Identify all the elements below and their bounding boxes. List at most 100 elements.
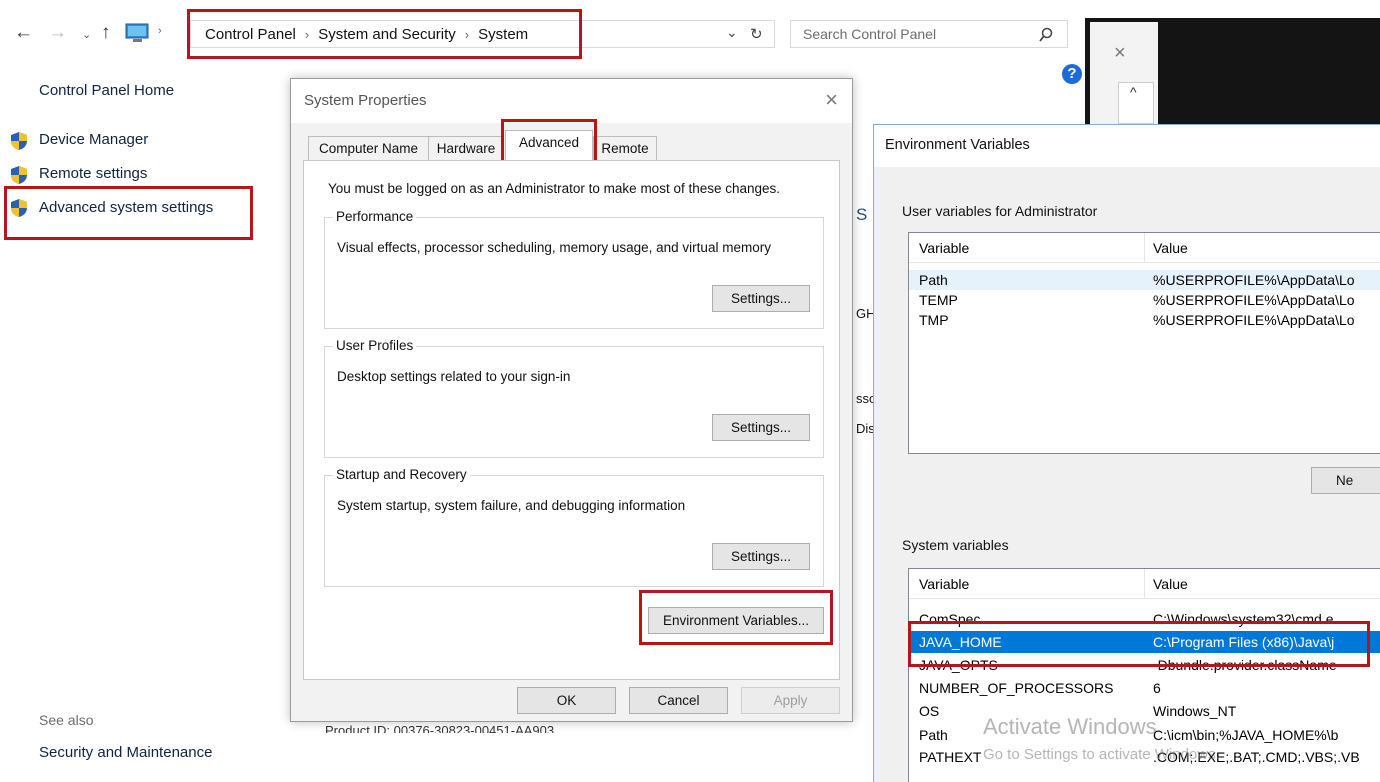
help-icon[interactable]: ? (1062, 64, 1082, 84)
computer-icon (125, 23, 150, 43)
back-arrow-icon[interactable]: ← (14, 22, 33, 44)
tab-advanced[interactable]: Advanced (505, 130, 593, 161)
performance-group: Performance Visual effects, processor sc… (324, 209, 824, 329)
close-icon[interactable]: × (825, 87, 838, 113)
list-item[interactable]: Path %USERPROFILE%\AppData\Lo (909, 270, 1380, 290)
forward-arrow-icon[interactable]: → (48, 22, 67, 44)
column-variable[interactable]: Variable (919, 576, 969, 592)
variable-name: Path (919, 727, 948, 743)
advanced-tab-panel: You must be logged on as an Administrato… (303, 160, 840, 680)
user-new-button[interactable]: Ne (1311, 467, 1380, 494)
remote-settings-link[interactable]: Remote settings (39, 165, 147, 182)
breadcrumb-separator-icon: › (464, 27, 470, 42)
performance-desc: Visual effects, processor scheduling, me… (337, 240, 771, 255)
cancel-button[interactable]: Cancel (629, 687, 728, 714)
environment-variables-dialog: Environment Variables User variables for… (873, 124, 1380, 782)
column-value[interactable]: Value (1153, 240, 1188, 256)
user-profiles-label: User Profiles (333, 338, 417, 353)
column-variable[interactable]: Variable (919, 240, 969, 256)
system-properties-dialog: System Properties × Computer Name Hardwa… (290, 78, 853, 722)
close-icon[interactable]: × (1114, 42, 1126, 65)
shield-icon (11, 132, 27, 150)
tab-hardware[interactable]: Hardware (428, 136, 504, 161)
search-box[interactable]: Search Control Panel (790, 20, 1068, 48)
variable-name: ComSpec (919, 611, 981, 627)
security-maintenance-link[interactable]: Security and Maintenance (39, 744, 212, 761)
refresh-icon[interactable]: ↻ (750, 25, 763, 43)
variable-value: Windows_NT (1153, 703, 1237, 719)
user-variables-list[interactable]: Variable Value Path %USERPROFILE%\AppData… (908, 232, 1380, 454)
breadcrumb: Control Panel › System and Security › System (205, 26, 528, 43)
list-item[interactable]: TMP %USERPROFILE%\AppData\Lo (909, 310, 1380, 330)
system-variables-label: System variables (902, 537, 1009, 553)
breadcrumb-control-panel[interactable]: Control Panel (205, 26, 296, 43)
address-bar[interactable]: Control Panel › System and Security › System… (190, 20, 775, 48)
variable-name: NUMBER_OF_PROCESSORS (919, 680, 1114, 696)
list-header: Variable Value (909, 233, 1380, 263)
activate-windows-watermark: Activate Windows (983, 714, 1157, 739)
variable-name: OS (919, 703, 940, 719)
column-value[interactable]: Value (1153, 576, 1188, 592)
variable-value: 6 (1153, 680, 1161, 696)
dialog-title: System Properties (304, 92, 427, 109)
control-panel-home-link[interactable]: Control Panel Home (39, 82, 174, 99)
tab-computer-name[interactable]: Computer Name (308, 136, 429, 161)
startup-recovery-group: Startup and Recovery System startup, sys… (324, 467, 824, 587)
variable-value: -Dbundle.provider.className (1153, 657, 1337, 673)
performance-label: Performance (333, 209, 417, 224)
variable-value: %USERPROFILE%\AppData\Lo (1153, 312, 1355, 328)
recent-chevron-icon[interactable]: ⌄ (82, 28, 91, 41)
user-profiles-desc: Desktop settings related to your sign-in (337, 369, 571, 384)
activate-windows-subtext: Go to Settings to activate Windows. (983, 746, 1220, 763)
startup-recovery-label: Startup and Recovery (333, 467, 470, 482)
search-placeholder: Search Control Panel (803, 26, 937, 42)
dialog-titlebar[interactable]: System Properties × (291, 79, 852, 123)
list-item[interactable]: JAVA_OPTS -Dbundle.provider.className (909, 655, 1380, 675)
variable-name: PATHEXT (919, 749, 982, 765)
scroll-up-button[interactable]: ^ (1118, 82, 1154, 124)
user-variables-label: User variables for Administrator (902, 203, 1098, 219)
variable-name: JAVA_OPTS (919, 657, 998, 673)
advanced-system-settings-link[interactable]: Advanced system settings (39, 199, 213, 216)
list-item-selected[interactable]: JAVA_HOME C:\Program Files (x86)\Java\j (909, 631, 1380, 653)
apply-button[interactable]: Apply (741, 687, 840, 714)
variable-value: C:\icm\bin;%JAVA_HOME%\b (1153, 727, 1339, 743)
device-manager-link[interactable]: Device Manager (39, 131, 148, 148)
variable-name: JAVA_HOME (919, 634, 1002, 650)
performance-settings-button[interactable]: Settings... (712, 285, 810, 312)
dropdown-chevron-icon[interactable]: ⌄ (726, 24, 738, 41)
ok-button[interactable]: OK (517, 687, 616, 714)
variable-value: %USERPROFILE%\AppData\Lo (1153, 272, 1355, 288)
column-divider (1144, 233, 1145, 263)
product-id-text: Product ID: 00376-30823-00451-AA903 (325, 723, 555, 733)
shield-icon (11, 199, 27, 217)
variable-name: TMP (919, 312, 949, 328)
variable-value: %USERPROFILE%\AppData\Lo (1153, 292, 1355, 308)
list-header: Variable Value (909, 569, 1380, 599)
shield-icon (11, 166, 27, 184)
user-profiles-group: User Profiles Desktop settings related t… (324, 338, 824, 458)
breadcrumb-system-security[interactable]: System and Security (318, 26, 456, 43)
breadcrumb-separator-icon: › (304, 27, 310, 42)
startup-recovery-settings-button[interactable]: Settings... (712, 543, 810, 570)
variable-value: C:\Program Files (x86)\Java\j (1153, 634, 1335, 650)
env-dialog-titlebar[interactable]: Environment Variables (874, 125, 1380, 167)
list-item[interactable]: ComSpec C:\Windows\system32\cmd.e (909, 609, 1380, 629)
side-panel: × ^ (1090, 22, 1158, 124)
search-icon[interactable] (1039, 27, 1053, 43)
up-arrow-icon[interactable]: ↑ (101, 22, 111, 44)
partial-heading-text: S (856, 205, 868, 224)
env-dialog-title: Environment Variables (885, 137, 1030, 153)
user-profiles-settings-button[interactable]: Settings... (712, 414, 810, 441)
admin-note: You must be logged on as an Administrato… (328, 181, 781, 196)
see-also-heading: See also (39, 712, 94, 728)
address-chevron-icon: › (158, 25, 162, 37)
variable-value: C:\Windows\system32\cmd.e (1153, 611, 1334, 627)
startup-recovery-desc: System startup, system failure, and debu… (337, 498, 686, 513)
column-divider (1144, 569, 1145, 599)
list-item[interactable]: NUMBER_OF_PROCESSORS 6 (909, 678, 1380, 698)
breadcrumb-system[interactable]: System (478, 26, 528, 43)
tab-remote[interactable]: Remote (593, 136, 657, 161)
environment-variables-button[interactable]: Environment Variables... (648, 607, 824, 634)
list-item[interactable]: TEMP %USERPROFILE%\AppData\Lo (909, 290, 1380, 310)
